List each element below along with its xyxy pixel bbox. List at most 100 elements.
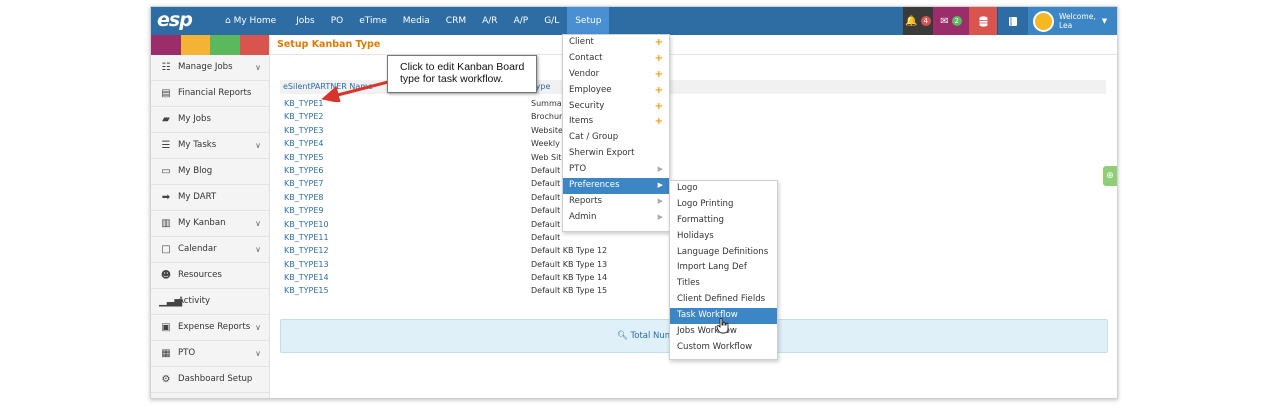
help-callout: Click to edit Kanban Board type for task…: [387, 55, 537, 93]
kanban-type-link[interactable]: KB_TYPE1: [284, 97, 323, 110]
nav-item-etime[interactable]: eTime: [351, 7, 395, 35]
submenu-item-import-lang-def[interactable]: Import Lang Def: [670, 260, 777, 276]
avatar: [1033, 10, 1054, 32]
submenu-item-titles[interactable]: Titles: [670, 276, 777, 292]
kanban-type-link[interactable]: KB_TYPE8: [284, 191, 323, 204]
cogs-icon: ⚙: [161, 374, 171, 385]
nav-item-my-home[interactable]: ⌂ My Home: [211, 7, 288, 35]
menu-item-client[interactable]: Client +: [563, 35, 669, 51]
arrow-circle-icon: ➡: [161, 192, 171, 203]
menu-item-vendor[interactable]: Vendor +: [563, 67, 669, 83]
submenu-item-logo-printing[interactable]: Logo Printing: [670, 197, 777, 213]
submenu-item-holidays[interactable]: Holidays: [670, 229, 777, 245]
nav-item-gl[interactable]: G/L: [536, 7, 567, 35]
kanban-type-link[interactable]: KB_TYPE9: [284, 204, 323, 217]
menu-item-items[interactable]: Items +: [563, 114, 669, 130]
sidebar-item-my-blog[interactable]: ▭ My Blog: [151, 159, 269, 185]
sidebar-item-my-kanban[interactable]: ▥ My Kanban ∨: [151, 211, 269, 237]
sidebar-item-my-tasks[interactable]: ☰ My Tasks ∨: [151, 133, 269, 159]
sidebar-item-activity[interactable]: ▁▃▅ Activity: [151, 289, 269, 315]
menu-item-contact[interactable]: Contact +: [563, 51, 669, 67]
chevron-down-icon: ∨: [255, 63, 261, 72]
kanban-type-link[interactable]: KB_TYPE10: [284, 218, 329, 231]
menu-item-reports[interactable]: Reports ▶: [563, 194, 669, 210]
sidebar-item-label: My Kanban: [178, 218, 226, 228]
notifications-button[interactable]: 🔔 4: [903, 7, 933, 35]
table-row: KB_TYPE5 Web Site: [280, 151, 1106, 164]
plus-icon[interactable]: +: [655, 51, 663, 67]
messages-button[interactable]: ✉ 2: [933, 7, 969, 35]
menu-item-label: Employee: [569, 84, 612, 95]
nav-item-crm[interactable]: CRM: [438, 7, 474, 35]
sidebar-item-manage-jobs[interactable]: ☷ Manage Jobs ∨: [151, 55, 269, 81]
submenu-item-language-definitions[interactable]: Language Definitions: [670, 245, 777, 261]
caret-right-icon: ▶: [657, 181, 663, 190]
theme-swatch-red[interactable]: [239, 35, 269, 55]
setup-dropdown-menu: Client + Contact + Vendor + Employee + Secur…: [562, 34, 670, 232]
submenu-item-logo[interactable]: Logo: [670, 181, 777, 197]
menu-item-label: Security: [569, 100, 605, 111]
nav-item-setup[interactable]: Setup: [567, 7, 610, 35]
menu-item-label: Sherwin Export: [569, 148, 635, 159]
nav-item-jobs[interactable]: Jobs: [288, 7, 323, 35]
map-icon: ▥: [161, 218, 171, 229]
kanban-type-link[interactable]: KB_TYPE12: [284, 244, 329, 257]
sidebar-item-resources[interactable]: ☻ Resources: [151, 263, 269, 289]
user-menu[interactable]: Welcome, Lea ▼: [1028, 7, 1117, 35]
sidebar-item-my-jobs[interactable]: ▰ My Jobs: [151, 107, 269, 133]
plus-icon[interactable]: +: [655, 114, 663, 130]
menu-item-employee[interactable]: Employee +: [563, 83, 669, 99]
kanban-type-link[interactable]: KB_TYPE13: [284, 258, 329, 271]
plus-icon[interactable]: +: [655, 67, 663, 83]
menu-item-admin[interactable]: Admin ▶: [563, 210, 669, 226]
theme-swatch-orange[interactable]: [180, 35, 210, 55]
database-button[interactable]: [969, 7, 997, 35]
kanban-type-link[interactable]: KB_TYPE5: [284, 151, 323, 164]
nav-item-po[interactable]: PO: [323, 7, 352, 35]
submenu-item-client-defined-fields[interactable]: Client Defined Fields: [670, 292, 777, 308]
nav-item-ar[interactable]: A/R: [474, 7, 505, 35]
side-panel-toggle[interactable]: ⊕: [1103, 166, 1117, 186]
messages-badge: 2: [951, 16, 962, 26]
sidebar-item-label: My Blog: [178, 166, 213, 176]
submenu-item-formatting[interactable]: Formatting: [670, 213, 777, 229]
nav-menu: ⌂ My Home Jobs PO eTime Media CRM A/R A/…: [211, 7, 610, 35]
sidebar-item-calendar[interactable]: □ Calendar ∨: [151, 237, 269, 263]
sidebar-item-dashboard-setup[interactable]: ⚙ Dashboard Setup: [151, 367, 269, 393]
sidebar-item-pto[interactable]: ▦ PTO ∨: [151, 341, 269, 367]
caret-right-icon: ▶: [657, 196, 663, 205]
app-logo[interactable]: esp: [157, 9, 193, 31]
sidebar-item-label: My DART: [178, 192, 217, 202]
nav-item-ap[interactable]: A/P: [506, 7, 537, 35]
nav-item-media[interactable]: Media: [395, 7, 438, 35]
kanban-type-link[interactable]: KB_TYPE14: [284, 271, 329, 284]
kanban-type-link[interactable]: KB_TYPE11: [284, 231, 329, 244]
menu-item-preferences[interactable]: Preferences ▶: [563, 178, 669, 194]
welcome-text: Welcome, Lea: [1059, 12, 1096, 30]
theme-swatch-purple[interactable]: [151, 35, 181, 55]
theme-swatch-green[interactable]: [210, 35, 240, 55]
menu-item-pto[interactable]: PTO ▶: [563, 162, 669, 178]
kanban-type-link[interactable]: KB_TYPE3: [284, 124, 323, 137]
sidebar-item-financial-reports[interactable]: ▤ Financial Reports: [151, 81, 269, 107]
kanban-type-link[interactable]: KB_TYPE2: [284, 110, 323, 123]
plus-icon[interactable]: +: [655, 99, 663, 115]
menu-item-sherwin-export[interactable]: Sherwin Export: [563, 146, 669, 162]
sidebar-item-my-dart[interactable]: ➡ My DART: [151, 185, 269, 211]
kanban-type-link[interactable]: KB_TYPE6: [284, 164, 323, 177]
menu-item-security[interactable]: Security +: [563, 99, 669, 115]
help-book-button[interactable]: [997, 7, 1028, 35]
submenu-item-custom-workflow[interactable]: Custom Workflow: [670, 340, 777, 356]
callout-line-1: Click to edit Kanban Board: [400, 61, 525, 73]
kanban-type-desc: Default KB Type 13: [531, 259, 608, 269]
kanban-type-link[interactable]: KB_TYPE7: [284, 177, 323, 190]
plus-icon[interactable]: +: [655, 35, 663, 51]
menu-item-label: Client: [569, 37, 594, 47]
kanban-type-link[interactable]: KB_TYPE4: [284, 137, 323, 150]
plus-icon[interactable]: +: [655, 83, 663, 99]
kanban-type-desc: Website: [531, 125, 563, 135]
sidebar-item-expense-reports[interactable]: ▣ Expense Reports ∨: [151, 315, 269, 341]
kanban-type-link[interactable]: KB_TYPE15: [284, 284, 329, 297]
sidebar-item-label: Activity: [178, 296, 211, 306]
menu-item-cat-group[interactable]: Cat / Group: [563, 130, 669, 146]
